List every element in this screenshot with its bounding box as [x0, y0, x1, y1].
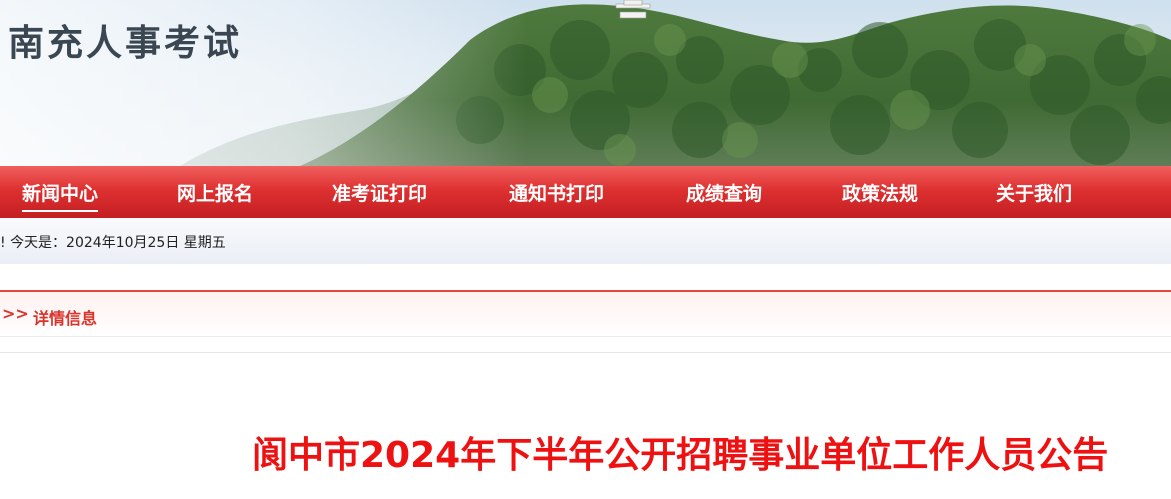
section-header: >> 详情信息 — [0, 290, 1171, 337]
nav-item-admission-ticket-print[interactable]: 准考证打印 — [332, 179, 427, 205]
nav-item-notice-print[interactable]: 通知书打印 — [509, 179, 604, 205]
nav-item-online-registration[interactable]: 网上报名 — [177, 179, 253, 205]
header-banner: 南充人事考试 — [0, 0, 1171, 166]
double-chevron-right-icon: >> — [2, 304, 29, 323]
nav-item-news-center[interactable]: 新闻中心 — [22, 179, 99, 212]
nav-item-policies-regulations[interactable]: 政策法规 — [842, 179, 918, 205]
current-date-text: ! 今天是：2024年10月25日 星期五 — [0, 235, 226, 251]
nav-item-about-us[interactable]: 关于我们 — [996, 179, 1072, 205]
section-label: 详情信息 — [33, 309, 98, 328]
site-title: 南充人事考试 — [8, 23, 243, 64]
main-nav: 新闻中心 网上报名 准考证打印 通知书打印 成绩查询 政策法规 关于我们 — [0, 166, 1171, 218]
divider — [0, 352, 1171, 353]
date-bar: ! 今天是：2024年10月25日 星期五 — [0, 218, 1171, 264]
nav-item-score-query[interactable]: 成绩查询 — [686, 179, 762, 205]
article-title: 阆中市2024年下半年公开招聘事业单位工作人员公告 — [252, 435, 1109, 476]
